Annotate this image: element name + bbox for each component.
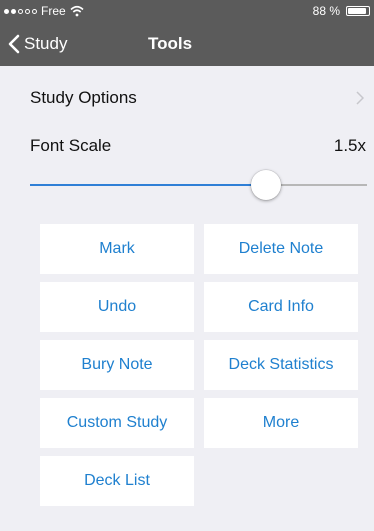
study-options-label: Study Options — [30, 88, 137, 107]
status-left: Free — [4, 4, 84, 18]
tools-grid: Mark Delete Note Undo Card Info Bury Not… — [40, 224, 358, 506]
wifi-icon — [70, 5, 84, 17]
custom-study-button[interactable]: Custom Study — [40, 398, 194, 448]
study-options-row[interactable]: Study Options — [30, 78, 364, 118]
battery-icon — [346, 6, 370, 16]
mark-button[interactable]: Mark — [40, 224, 194, 274]
deck-list-button[interactable]: Deck List — [40, 456, 194, 506]
font-scale-value: 1.5x — [333, 136, 366, 155]
font-scale-row: Font Scale 1.5x — [30, 126, 366, 166]
battery-fill — [348, 8, 366, 14]
signal-strength-icon — [4, 8, 37, 14]
slider-thumb[interactable] — [251, 170, 281, 200]
font-scale-slider[interactable] — [30, 170, 367, 200]
slider-fill — [30, 184, 266, 186]
undo-button[interactable]: Undo — [40, 282, 194, 332]
chevron-left-icon — [8, 34, 20, 54]
back-button-label: Study — [24, 34, 68, 53]
delete-note-button[interactable]: Delete Note — [204, 224, 358, 274]
back-button[interactable]: Study — [8, 22, 67, 66]
carrier-label: Free — [41, 4, 66, 18]
status-bar: Free 88 % — [0, 0, 374, 22]
deck-statistics-button[interactable]: Deck Statistics — [204, 340, 358, 390]
more-button[interactable]: More — [204, 398, 358, 448]
chevron-right-icon — [356, 91, 364, 105]
card-info-button[interactable]: Card Info — [204, 282, 358, 332]
bury-note-button[interactable]: Bury Note — [40, 340, 194, 390]
navigation-bar: Study Tools — [0, 22, 374, 66]
status-right: 88 % — [313, 4, 370, 18]
font-scale-label: Font Scale — [30, 136, 112, 155]
battery-percentage: 88 % — [312, 4, 340, 18]
page-title: Tools — [148, 34, 193, 53]
